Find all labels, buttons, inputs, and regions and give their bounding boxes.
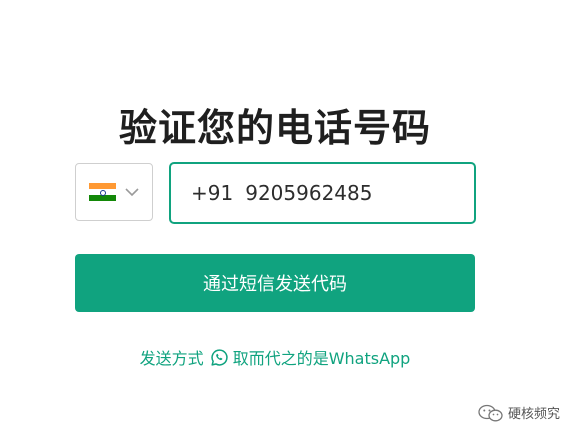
send-sms-code-label: 通过短信发送代码 <box>203 274 347 295</box>
india-flag-icon <box>89 183 116 201</box>
whatsapp-icon <box>211 348 228 366</box>
country-code-dropdown[interactable] <box>75 163 153 221</box>
alt-link-prefix: 发送方式 <box>139 349 204 368</box>
alt-link-suffix: 取而代之的是WhatsApp <box>232 349 411 368</box>
phone-number-input[interactable]: +91 9205962485 <box>169 162 476 224</box>
wechat-icon <box>478 404 503 421</box>
phone-number-value: 9205962485 <box>245 181 373 205</box>
watermark-text: 硬核频究 <box>508 407 561 422</box>
send-sms-code-button[interactable]: 通过短信发送代码 <box>75 254 475 312</box>
send-via-whatsapp-link[interactable]: 发送方式 取而代之的是WhatsApp <box>0 345 550 369</box>
page-title: 验证您的电话号码 <box>118 106 431 151</box>
chevron-down-icon <box>125 188 139 197</box>
dial-code: +91 <box>191 181 234 205</box>
watermark: 硬核频究 <box>478 403 560 422</box>
